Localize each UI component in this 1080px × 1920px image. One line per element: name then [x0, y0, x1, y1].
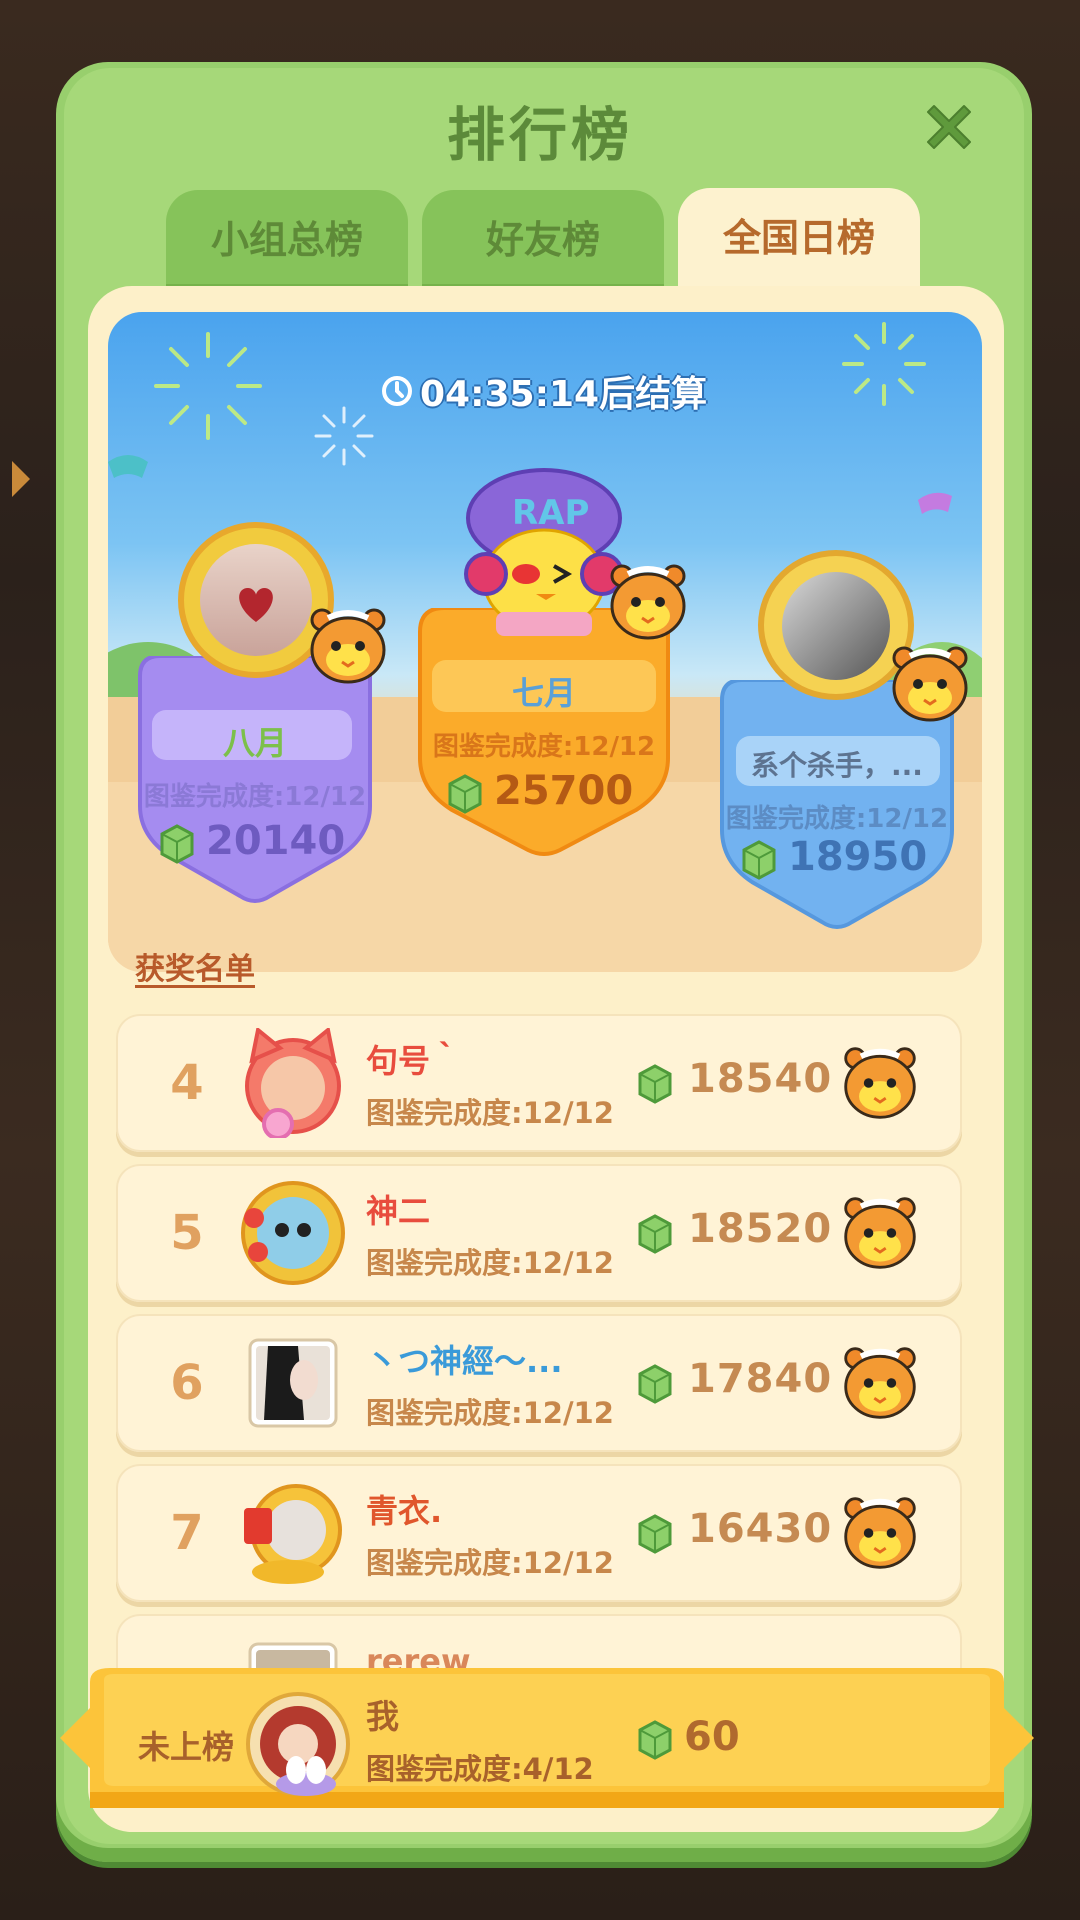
list-item[interactable]: 6 丶つ神經～... 图鉴完成度:12/12 17840	[116, 1314, 962, 1452]
tiger-badge-icon	[844, 1047, 916, 1119]
tiger-badge-icon	[892, 646, 968, 722]
rank-number: 7	[170, 1505, 204, 1561]
tab-group-total[interactable]: 小组总榜	[166, 190, 408, 290]
list-item[interactable]: 5 神二 图鉴完成度:12/12 18520	[116, 1164, 962, 1302]
rank-number: 5	[170, 1205, 204, 1261]
podium-third-name: 系个杀手，...	[751, 749, 923, 782]
close-icon[interactable]	[918, 96, 980, 158]
avatar	[244, 1484, 342, 1584]
player-name: 青衣.	[366, 1492, 443, 1530]
my-progress: 图鉴完成度:4/12	[366, 1752, 594, 1786]
clock-icon	[382, 376, 412, 406]
gem-icon	[638, 1364, 672, 1404]
gem-icon	[742, 840, 776, 880]
podium-second-score: 20140	[206, 818, 346, 864]
podium-third-score: 18950	[788, 834, 928, 880]
tab-friends[interactable]: 好友榜	[422, 190, 664, 290]
podium-first-name: 七月	[511, 674, 576, 712]
podium-third-progress: 图鉴完成度:12/12	[725, 804, 949, 834]
avatar	[248, 1338, 338, 1428]
gem-icon	[638, 1514, 672, 1554]
player-score: 17840	[688, 1356, 833, 1402]
tiger-badge-icon	[844, 1347, 916, 1419]
avatar	[245, 1028, 341, 1138]
player-score: 18540	[688, 1056, 833, 1102]
avatar	[241, 1181, 345, 1285]
list-item[interactable]: 4 句号｀ 图鉴完成度:12/12 18540	[116, 1014, 962, 1152]
player-progress: 图鉴完成度:12/12	[366, 1246, 614, 1280]
podium-second-name: 八月	[222, 724, 287, 762]
settlement-timer: 04:35:14后结算	[380, 366, 707, 416]
gem-icon	[638, 1214, 672, 1254]
my-avatar[interactable]	[244, 1690, 352, 1798]
player-name: 句号｀	[366, 1042, 463, 1080]
timer-text: 04:35:14后结算	[420, 374, 708, 415]
tiger-badge-icon	[310, 608, 386, 684]
my-rank-status: 未上榜	[138, 1728, 235, 1766]
tiger-badge-icon	[844, 1197, 916, 1269]
rank-number: 6	[170, 1355, 204, 1411]
tab-national-daily[interactable]: 全国日榜	[678, 188, 920, 292]
list-item[interactable]: 7 青衣. 图鉴完成度:12/12 16430	[116, 1464, 962, 1602]
player-progress: 图鉴完成度:12/12	[366, 1096, 614, 1130]
my-score: 60	[684, 1714, 740, 1760]
gem-icon	[638, 1064, 672, 1104]
player-progress: 图鉴完成度:12/12	[366, 1396, 614, 1430]
tiger-badge-icon	[610, 564, 686, 640]
podium-first-progress: 图鉴完成度:12/12	[432, 732, 656, 762]
rank-number: 4	[170, 1055, 204, 1111]
player-name: 丶つ神經～...	[366, 1342, 563, 1380]
arrow-right-icon	[12, 461, 30, 497]
player-name: 神二	[366, 1192, 431, 1230]
svg-text:RAP: RAP	[512, 493, 589, 533]
my-name: 我	[366, 1697, 399, 1736]
tiger-badge-icon	[844, 1497, 916, 1569]
podium-second-progress: 图鉴完成度:12/12	[143, 782, 367, 812]
gem-icon	[448, 774, 482, 814]
gem-icon	[160, 824, 194, 864]
player-score: 18520	[688, 1206, 833, 1252]
player-score: 16430	[688, 1506, 833, 1552]
player-progress: 图鉴完成度:12/12	[366, 1546, 614, 1580]
awards-list-link[interactable]: 获奖名单	[135, 944, 255, 988]
podium-first-score: 25700	[494, 768, 634, 814]
gem-icon	[638, 1720, 672, 1760]
